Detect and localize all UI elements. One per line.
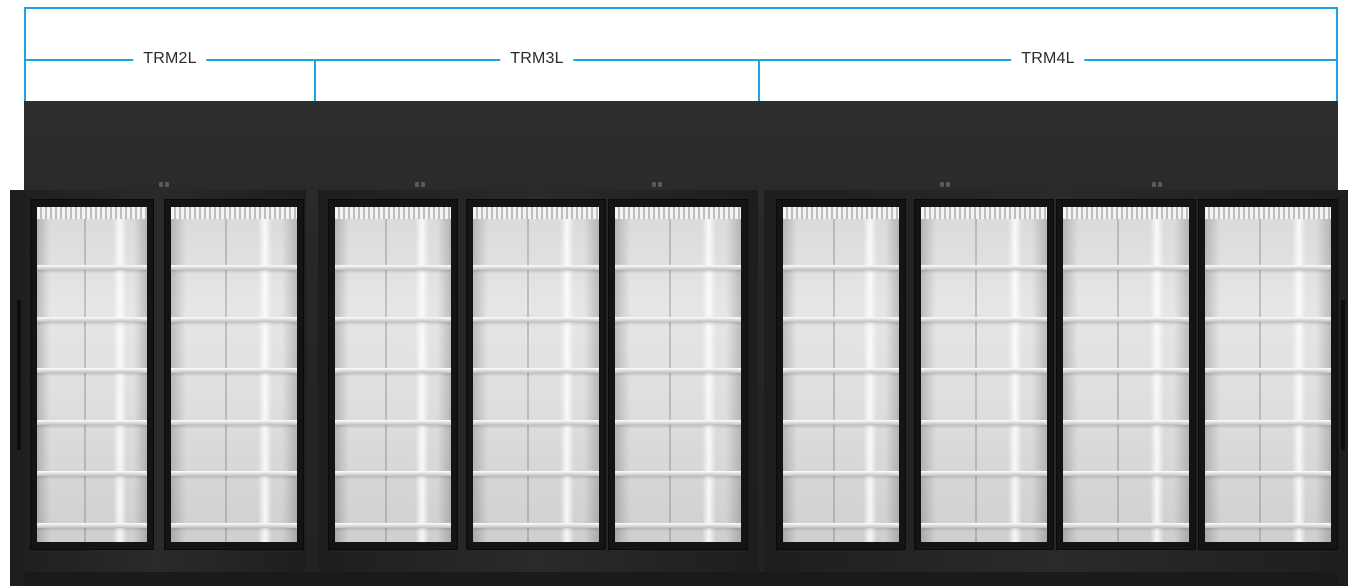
shelf (1205, 420, 1331, 425)
shelf (335, 368, 451, 373)
shelf (1205, 368, 1331, 373)
shelf (1205, 471, 1331, 476)
shelf (921, 265, 1047, 270)
shelf (921, 317, 1047, 322)
glass-door (1056, 199, 1196, 550)
shelf (171, 471, 297, 476)
door-glass (335, 207, 451, 542)
shelf (37, 265, 147, 270)
shelf (783, 317, 899, 322)
glass-door (1198, 199, 1338, 550)
light-strip (615, 207, 741, 219)
light-strip (921, 207, 1047, 219)
shelf (37, 523, 147, 528)
right-extension-line (1336, 7, 1338, 101)
shelf (783, 368, 899, 373)
shelf (783, 265, 899, 270)
shelf (171, 523, 297, 528)
light-strip (783, 207, 899, 219)
glass-door (164, 199, 304, 550)
shelf (171, 368, 297, 373)
shelf (37, 471, 147, 476)
shelf (1063, 523, 1189, 528)
base-kickplate (24, 572, 1338, 586)
shelf (615, 420, 741, 425)
shelf (1063, 265, 1189, 270)
shelf (37, 368, 147, 373)
door-glass (1063, 207, 1189, 542)
divider-line-1 (314, 59, 316, 101)
light-strip (171, 207, 297, 219)
label-trm2l: TRM2L (133, 49, 207, 69)
shelf (1063, 368, 1189, 373)
shelf (921, 420, 1047, 425)
shelf (615, 317, 741, 322)
shelf (335, 523, 451, 528)
shelf (783, 471, 899, 476)
shelf (921, 471, 1047, 476)
hinge-icon (940, 182, 952, 188)
shelf (615, 265, 741, 270)
label-trm4l: TRM4L (1011, 49, 1085, 69)
overall-dimension-line (24, 7, 1338, 9)
shelf (335, 420, 451, 425)
door-glass (615, 207, 741, 542)
shelf (1063, 420, 1189, 425)
divider-line-2 (758, 59, 760, 101)
shelf (783, 420, 899, 425)
door-glass (473, 207, 599, 542)
label-trm3l: TRM3L (500, 49, 574, 69)
shelf (335, 265, 451, 270)
shelf (783, 523, 899, 528)
door-glass (1205, 207, 1331, 542)
shelf (1205, 317, 1331, 322)
shelf (473, 471, 599, 476)
light-strip (37, 207, 147, 219)
glass-door (328, 199, 458, 550)
product-illustration: TRM2L TRM3L TRM4L (0, 0, 1358, 586)
shelf (473, 317, 599, 322)
shelf (171, 265, 297, 270)
shelf (921, 523, 1047, 528)
section-dimension-line (24, 59, 1338, 61)
shelf (37, 317, 147, 322)
shelf (615, 523, 741, 528)
shelf (615, 471, 741, 476)
shelf (921, 368, 1047, 373)
light-strip (473, 207, 599, 219)
door-glass (37, 207, 147, 542)
hinge-icon (1152, 182, 1164, 188)
shelf (335, 317, 451, 322)
light-strip (1205, 207, 1331, 219)
shelf (1063, 317, 1189, 322)
shelf (37, 420, 147, 425)
door-glass (783, 207, 899, 542)
shelf (1063, 471, 1189, 476)
shelf (1205, 265, 1331, 270)
light-strip (1063, 207, 1189, 219)
left-extension-line (24, 7, 26, 101)
shelf (1205, 523, 1331, 528)
shelf (473, 523, 599, 528)
hinge-icon (652, 182, 664, 188)
shelf (171, 420, 297, 425)
glass-door (914, 199, 1054, 550)
glass-door (776, 199, 906, 550)
hinge-icon (159, 182, 171, 188)
shelf (171, 317, 297, 322)
shelf (473, 368, 599, 373)
left-side-handle (17, 300, 21, 450)
shelf (473, 420, 599, 425)
door-glass (171, 207, 297, 542)
right-side-handle (1341, 300, 1345, 450)
shelf (473, 265, 599, 270)
glass-door (608, 199, 748, 550)
shelf (335, 471, 451, 476)
light-strip (335, 207, 451, 219)
glass-door (466, 199, 606, 550)
glass-door (30, 199, 154, 550)
door-glass (921, 207, 1047, 542)
shelf (615, 368, 741, 373)
hinge-icon (415, 182, 427, 188)
